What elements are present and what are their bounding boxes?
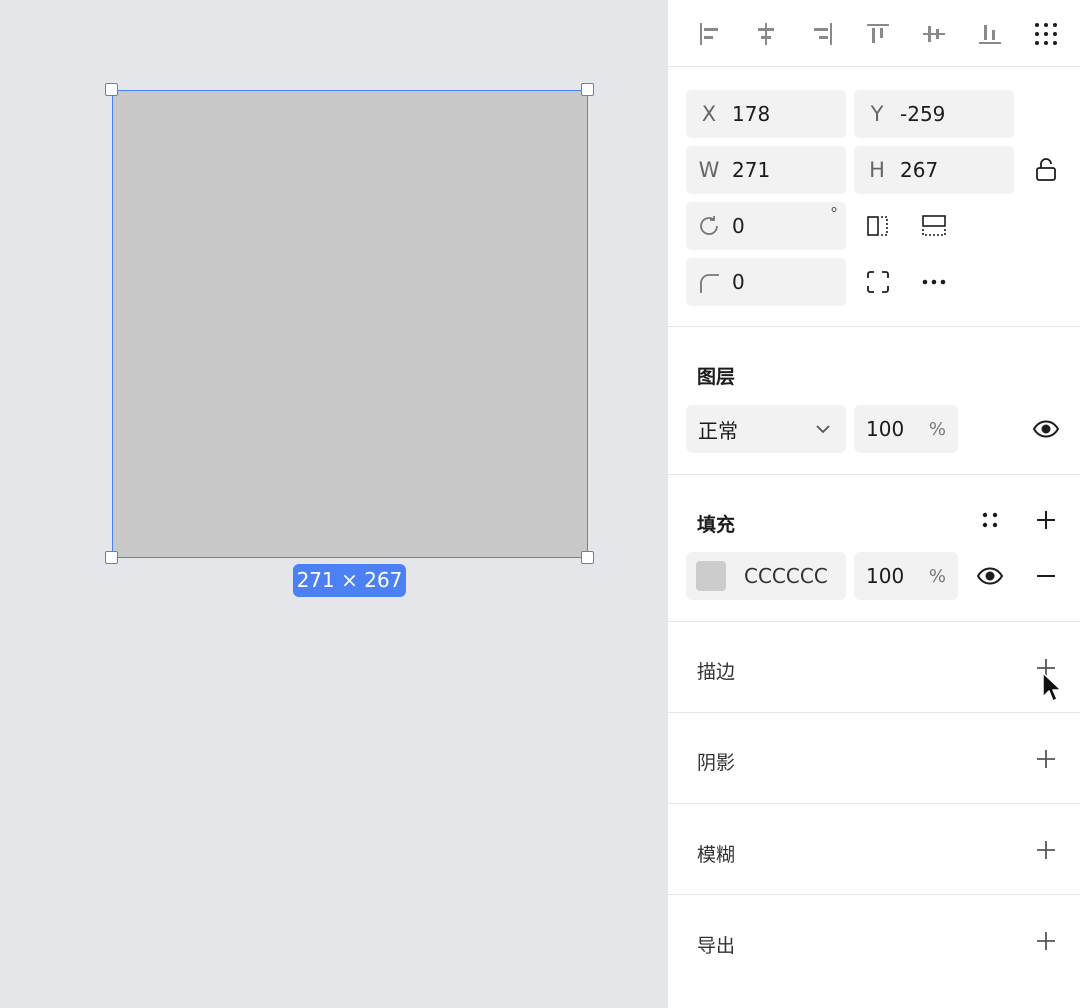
resize-handle-bottom-right[interactable] bbox=[581, 551, 594, 564]
align-left-icon[interactable] bbox=[695, 19, 725, 49]
y-label: Y bbox=[870, 102, 884, 126]
height-field[interactable]: H 267 bbox=[854, 146, 1014, 194]
chevron-down-icon bbox=[814, 419, 832, 443]
resize-handle-top-left[interactable] bbox=[105, 83, 118, 96]
stroke-section-title: 描边 bbox=[697, 661, 736, 683]
alignment-toolbar bbox=[668, 0, 1080, 67]
layer-visibility-eye-icon[interactable] bbox=[1029, 412, 1063, 446]
w-label: W bbox=[698, 158, 720, 182]
x-value[interactable]: 178 bbox=[732, 102, 846, 126]
styles-grid-icon[interactable] bbox=[973, 503, 1007, 537]
remove-fill-minus-icon[interactable] bbox=[1029, 559, 1063, 593]
fill-visibility-eye-icon[interactable] bbox=[973, 559, 1007, 593]
fill-opacity-value[interactable]: 100 bbox=[866, 564, 904, 588]
blend-mode-value: 正常 bbox=[698, 418, 738, 443]
properties-panel: X 178 Y -259 W 271 H 267 0 ° 0 图层 正常 100… bbox=[668, 0, 1080, 1008]
divider bbox=[668, 894, 1080, 895]
layer-opacity-unit: % bbox=[928, 418, 946, 440]
align-bottom-icon[interactable] bbox=[975, 19, 1005, 49]
add-shadow-plus-icon[interactable] bbox=[1029, 742, 1063, 776]
selected-rectangle[interactable] bbox=[112, 90, 588, 558]
fill-hex-value[interactable]: CCCCCC bbox=[744, 564, 828, 588]
y-value[interactable]: -259 bbox=[900, 102, 1014, 126]
x-position-field[interactable]: X 178 bbox=[686, 90, 846, 138]
lock-ratio-icon[interactable] bbox=[1029, 153, 1063, 187]
independent-corners-icon[interactable] bbox=[861, 265, 895, 299]
x-label: X bbox=[701, 102, 717, 126]
rotation-field[interactable]: 0 ° bbox=[686, 202, 846, 250]
blend-mode-select[interactable]: 正常 bbox=[686, 405, 846, 453]
flip-vertical-icon[interactable] bbox=[917, 209, 951, 243]
layer-opacity-field[interactable]: 100 % bbox=[854, 405, 958, 453]
align-top-icon[interactable] bbox=[863, 19, 893, 49]
h-value[interactable]: 267 bbox=[900, 158, 1014, 182]
rotation-unit: ° bbox=[830, 204, 838, 223]
layer-section-title: 图层 bbox=[697, 366, 736, 388]
blur-section-title: 模糊 bbox=[697, 844, 736, 866]
width-field[interactable]: W 271 bbox=[686, 146, 846, 194]
shadow-section-title: 阴影 bbox=[697, 752, 736, 774]
divider bbox=[668, 712, 1080, 713]
fill-color-swatch[interactable] bbox=[696, 561, 726, 591]
divider bbox=[668, 803, 1080, 804]
h-label: H bbox=[869, 158, 885, 182]
align-v-center-icon[interactable] bbox=[919, 19, 949, 49]
divider bbox=[668, 621, 1080, 622]
canvas[interactable]: 271 × 267 bbox=[0, 0, 668, 1008]
fill-opacity-field[interactable]: 100 % bbox=[854, 552, 958, 600]
export-section-title: 导出 bbox=[697, 935, 736, 957]
divider bbox=[668, 474, 1080, 475]
mouse-cursor-icon bbox=[1041, 671, 1062, 707]
resize-handle-bottom-left[interactable] bbox=[105, 551, 118, 564]
fill-color-field[interactable]: CCCCCC bbox=[686, 552, 846, 600]
more-options-icon[interactable] bbox=[917, 265, 951, 299]
fill-section-title: 填充 bbox=[697, 514, 736, 536]
radius-value[interactable]: 0 bbox=[732, 270, 846, 294]
add-blur-plus-icon[interactable] bbox=[1029, 833, 1063, 867]
corner-radius-icon bbox=[686, 270, 732, 295]
rotation-value[interactable]: 0 bbox=[732, 214, 846, 238]
rotation-icon bbox=[686, 213, 732, 239]
align-h-center-icon[interactable] bbox=[751, 19, 781, 49]
add-fill-plus-icon[interactable] bbox=[1029, 503, 1063, 537]
align-right-icon[interactable] bbox=[807, 19, 837, 49]
add-export-plus-icon[interactable] bbox=[1029, 924, 1063, 958]
corner-radius-field[interactable]: 0 bbox=[686, 258, 846, 306]
layer-opacity-value[interactable]: 100 bbox=[866, 417, 904, 441]
distribute-grid-icon[interactable] bbox=[1031, 19, 1061, 49]
fill-opacity-unit: % bbox=[928, 565, 946, 587]
resize-handle-top-right[interactable] bbox=[581, 83, 594, 96]
y-position-field[interactable]: Y -259 bbox=[854, 90, 1014, 138]
size-badge: 271 × 267 bbox=[293, 564, 406, 597]
divider bbox=[668, 326, 1080, 327]
flip-horizontal-icon[interactable] bbox=[861, 209, 895, 243]
w-value[interactable]: 271 bbox=[732, 158, 846, 182]
